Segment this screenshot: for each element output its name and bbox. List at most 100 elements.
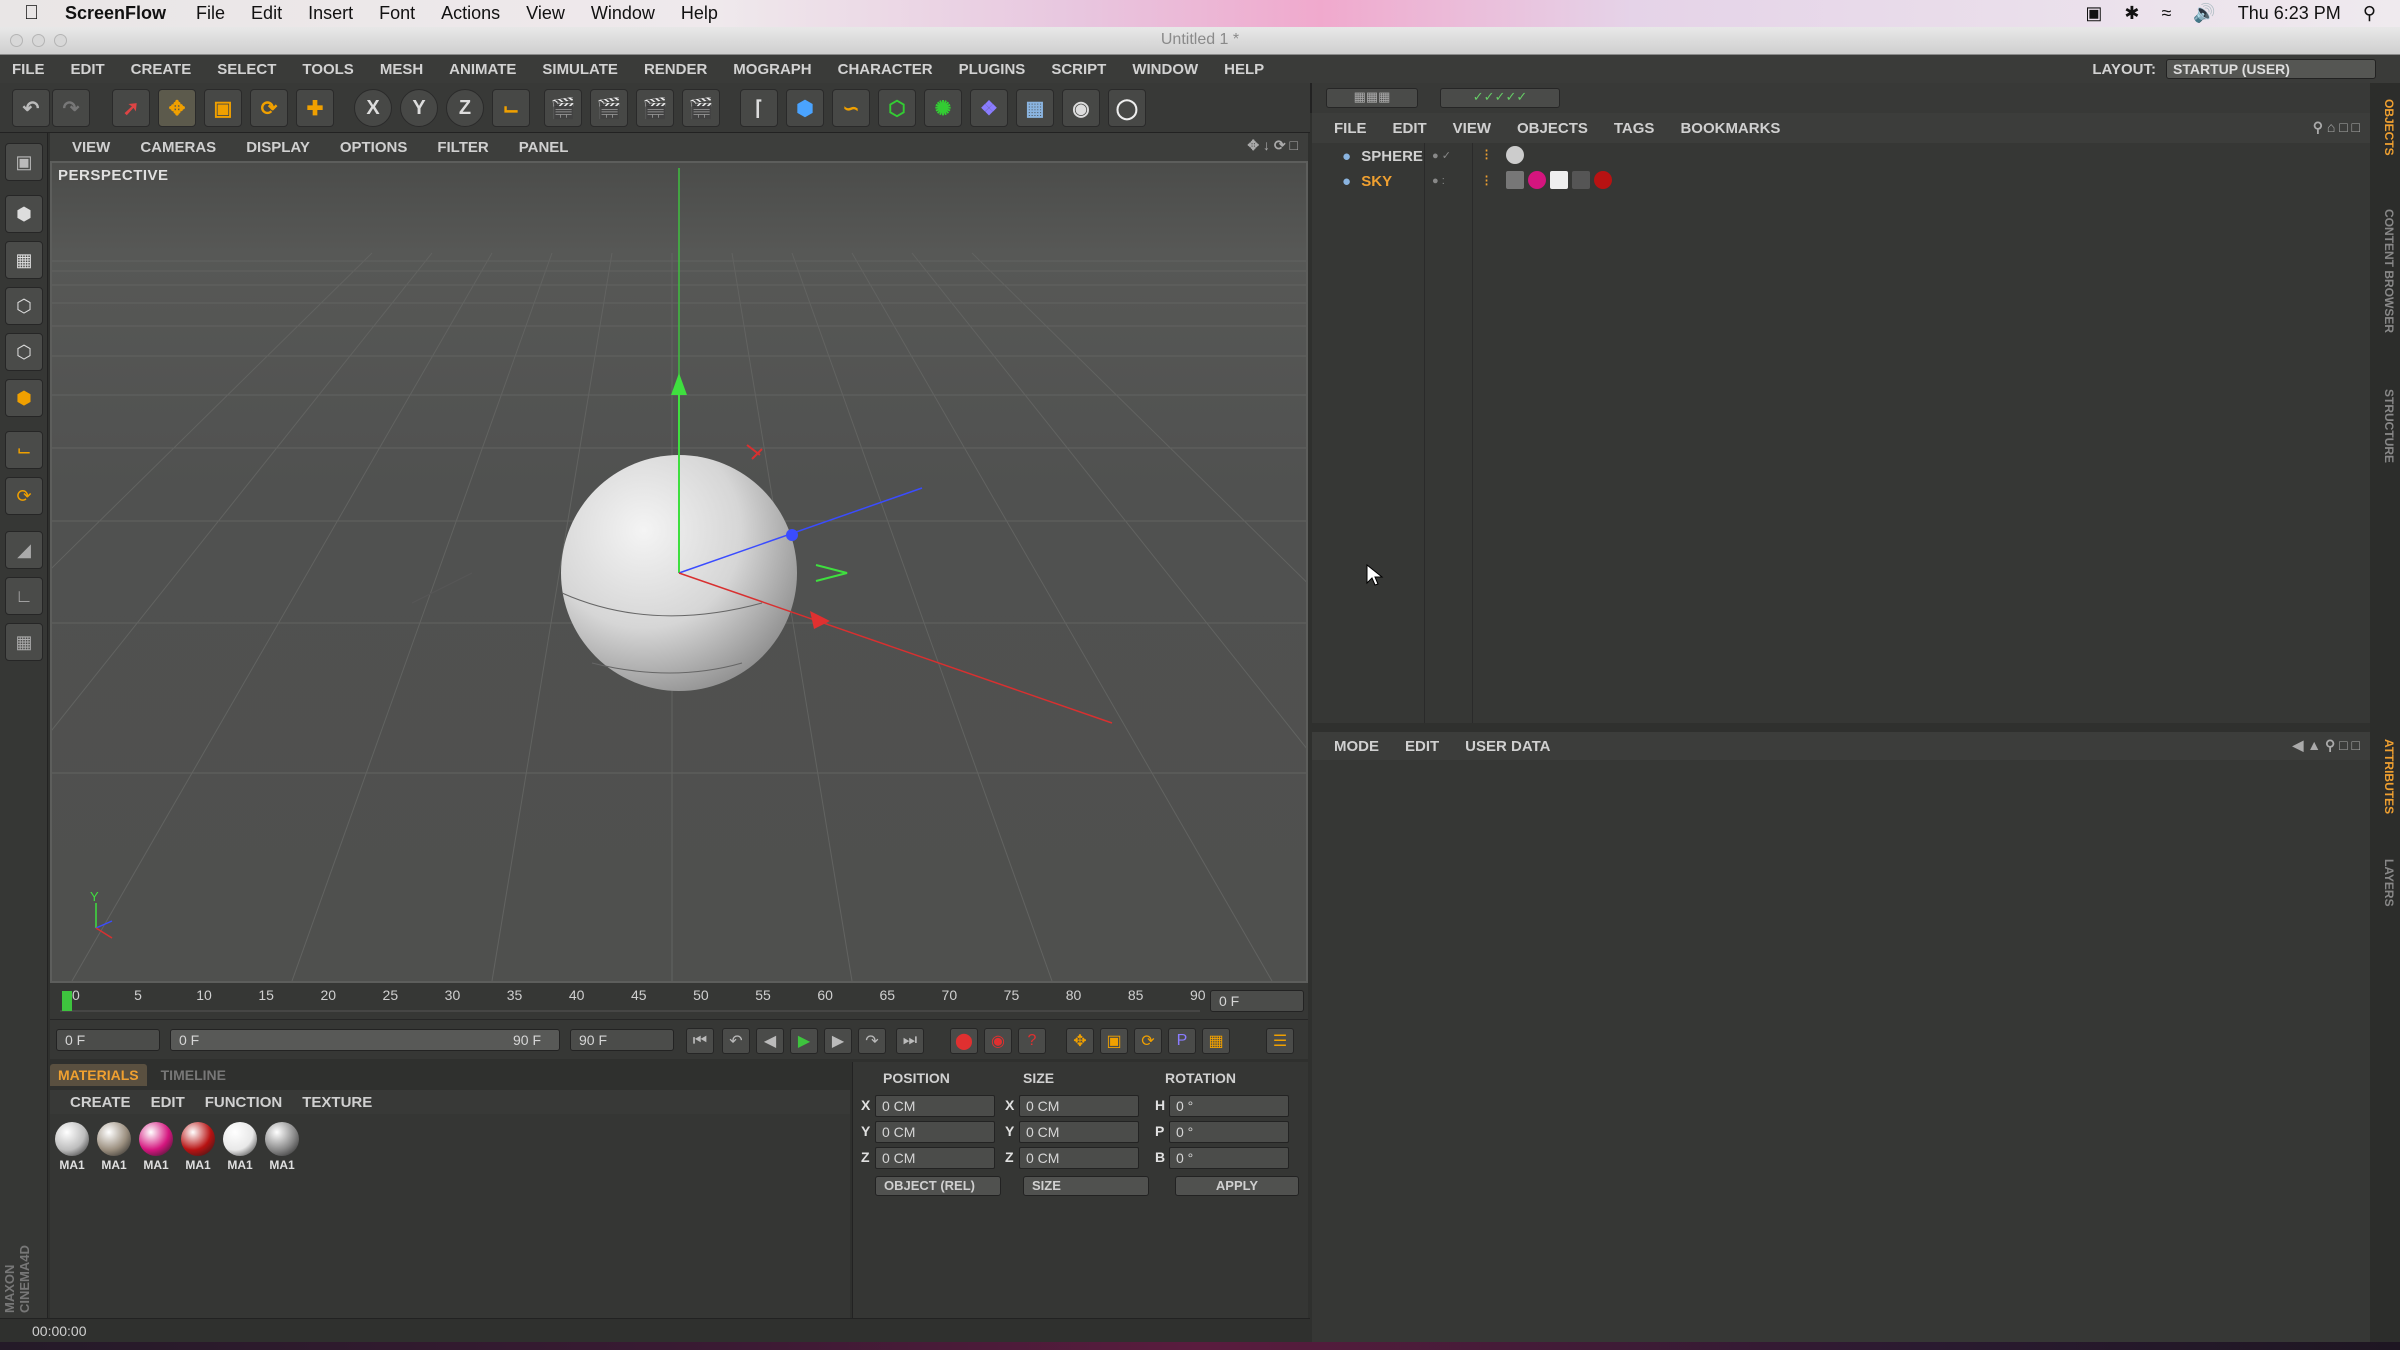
deformer-icon[interactable]: ❖ bbox=[970, 89, 1008, 127]
rotate-tool-icon[interactable]: ⟳ bbox=[250, 89, 288, 127]
menu-tools[interactable]: TOOLS bbox=[302, 61, 353, 78]
sphere-visibility-dots[interactable]: ● ✓ bbox=[1432, 149, 1451, 162]
timeline-window-icon[interactable]: ☰ bbox=[1266, 1028, 1294, 1054]
quick-tags-icons[interactable]: ✓✓✓✓✓ bbox=[1440, 88, 1560, 108]
mac-menu-file[interactable]: File bbox=[196, 3, 225, 24]
sky-visibility-dots[interactable]: ● : bbox=[1432, 175, 1445, 187]
key-rotation-icon[interactable]: ⟳ bbox=[1134, 1028, 1162, 1054]
end-frame-field[interactable]: 90 F bbox=[570, 1029, 674, 1051]
point-mode-icon[interactable]: ⬡ bbox=[5, 287, 43, 325]
playhead[interactable] bbox=[62, 991, 72, 1011]
camera-object-icon[interactable]: ◉ bbox=[1062, 89, 1100, 127]
polygon-mode-icon[interactable]: ⬢ bbox=[5, 379, 43, 417]
size-mode-dropdown[interactable]: SIZE bbox=[1023, 1176, 1149, 1196]
viewport-menu-panel[interactable]: PANEL bbox=[519, 139, 569, 156]
mac-menu-insert[interactable]: Insert bbox=[308, 3, 353, 24]
menu-animate[interactable]: ANIMATE bbox=[449, 61, 516, 78]
material-swatch[interactable]: MA1 bbox=[54, 1122, 90, 1176]
go-to-next-key-icon[interactable]: ↷ bbox=[858, 1028, 886, 1054]
viewport-menu-display[interactable]: DISPLAY bbox=[246, 139, 310, 156]
preview-range-slider[interactable]: 0 F 90 F bbox=[170, 1029, 560, 1051]
rot-b-field[interactable]: 0 ° bbox=[1169, 1147, 1289, 1169]
sky-material-tag-1[interactable] bbox=[1506, 171, 1524, 189]
attributes-menu-edit[interactable]: EDIT bbox=[1405, 738, 1439, 755]
render-queue-icon[interactable]: 🎬 bbox=[682, 89, 720, 127]
side-tab-content-browser[interactable]: CONTENT BROWSER bbox=[2374, 203, 2396, 339]
mac-menu-window[interactable]: Window bbox=[591, 3, 655, 24]
clock[interactable]: Thu 6:23 PM bbox=[2238, 3, 2341, 24]
objects-search-icon[interactable]: ⚲ ⌂ □ □ bbox=[2313, 119, 2360, 136]
x-axis-lock-button[interactable]: X bbox=[354, 89, 392, 127]
undo-icon[interactable]: ↶ bbox=[12, 89, 50, 127]
tab-materials[interactable]: MATERIALS bbox=[50, 1064, 147, 1086]
current-frame-field[interactable]: 0 F bbox=[1210, 990, 1304, 1012]
sky-material-tag-4[interactable] bbox=[1572, 171, 1590, 189]
z-axis-handle[interactable] bbox=[786, 529, 798, 541]
keyframe-selection-icon[interactable]: ? bbox=[1018, 1028, 1046, 1054]
volume-icon[interactable]: 🔊 bbox=[2193, 3, 2215, 24]
null-object-icon[interactable]: ⌈ bbox=[740, 89, 778, 127]
key-parameter-icon[interactable]: P bbox=[1168, 1028, 1196, 1054]
layout-switch-icons[interactable]: ▦▦▦ bbox=[1326, 88, 1418, 108]
size-x-field[interactable]: 0 CM bbox=[1019, 1095, 1139, 1117]
axis-mode-icon[interactable]: ⌙ bbox=[5, 431, 43, 469]
timeline-ruler[interactable]: 0 5 10 15 20 25 30 35 40 45 50 55 60 65 70 75 80 85 90 0 F bbox=[50, 983, 1308, 1019]
start-frame-field[interactable]: 0 F bbox=[56, 1029, 160, 1051]
bluetooth-icon[interactable]: ✱ bbox=[2124, 3, 2139, 24]
z-axis-lock-button[interactable]: Z bbox=[446, 89, 484, 127]
size-z-field[interactable]: 0 CM bbox=[1019, 1147, 1139, 1169]
array-generator-icon[interactable]: ✺ bbox=[924, 89, 962, 127]
snap-icon[interactable]: ∟ bbox=[5, 577, 43, 615]
mac-menu-actions[interactable]: Actions bbox=[441, 3, 500, 24]
attributes-menu-mode[interactable]: MODE bbox=[1334, 738, 1379, 755]
menu-create[interactable]: CREATE bbox=[131, 61, 192, 78]
side-tab-structure[interactable]: STRUCTURE bbox=[2374, 383, 2396, 469]
object-mode-dropdown[interactable]: OBJECT (REL) bbox=[875, 1176, 1001, 1196]
apply-button[interactable]: APPLY bbox=[1175, 1176, 1299, 1196]
last-tool-icon[interactable]: ✚ bbox=[296, 89, 334, 127]
sky-material-tag-5[interactable] bbox=[1594, 171, 1612, 189]
record-keys-icon[interactable]: ⬤ bbox=[950, 1028, 978, 1054]
mac-menu-view[interactable]: View bbox=[526, 3, 565, 24]
material-swatch[interactable]: MA1 bbox=[222, 1122, 258, 1176]
material-menu-create[interactable]: CREATE bbox=[70, 1094, 131, 1111]
apple-icon[interactable]:  bbox=[24, 2, 39, 25]
pos-y-field[interactable]: 0 CM bbox=[875, 1121, 995, 1143]
live-selection-icon[interactable]: ➚ bbox=[112, 89, 150, 127]
objects-menu-bookmarks[interactable]: BOOKMARKS bbox=[1680, 120, 1780, 137]
side-tab-layers[interactable]: LAYERS bbox=[2374, 853, 2396, 913]
menu-file[interactable]: FILE bbox=[12, 61, 45, 78]
menu-render[interactable]: RENDER bbox=[644, 61, 707, 78]
material-menu-function[interactable]: FUNCTION bbox=[205, 1094, 283, 1111]
scale-tool-icon[interactable]: ▣ bbox=[204, 89, 242, 127]
mac-menu-help[interactable]: Help bbox=[681, 3, 718, 24]
pos-z-field[interactable]: 0 CM bbox=[875, 1147, 995, 1169]
floor-object-icon[interactable]: ▦ bbox=[1016, 89, 1054, 127]
objects-menu-edit[interactable]: EDIT bbox=[1393, 120, 1427, 137]
material-swatch[interactable]: MA1 bbox=[138, 1122, 174, 1176]
coordinate-system-icon[interactable]: ⌙ bbox=[492, 89, 530, 127]
menu-character[interactable]: CHARACTER bbox=[838, 61, 933, 78]
objects-menu-objects[interactable]: OBJECTS bbox=[1517, 120, 1588, 137]
object-row-sphere[interactable]: ● SPHERE bbox=[1342, 148, 1423, 165]
sphere-material-tag[interactable] bbox=[1506, 146, 1524, 164]
x-rotation-marker[interactable] bbox=[746, 444, 763, 460]
viewport-menu-filter[interactable]: FILTER bbox=[437, 139, 488, 156]
material-swatch[interactable]: MA1 bbox=[264, 1122, 300, 1176]
grid-snap-icon[interactable]: ▦ bbox=[5, 623, 43, 661]
side-tab-objects[interactable]: OBJECTS bbox=[2374, 93, 2396, 162]
attributes-menu-user-data[interactable]: USER DATA bbox=[1465, 738, 1550, 755]
layout-dropdown[interactable]: STARTUP (USER) bbox=[2166, 59, 2376, 79]
menu-simulate[interactable]: SIMULATE bbox=[542, 61, 618, 78]
viewport-menu-options[interactable]: OPTIONS bbox=[340, 139, 408, 156]
menu-plugins[interactable]: PLUGINS bbox=[959, 61, 1026, 78]
mac-menu-edit[interactable]: Edit bbox=[251, 3, 282, 24]
object-row-sky[interactable]: ● SKY bbox=[1342, 173, 1392, 190]
play-icon[interactable]: ▶ bbox=[790, 1028, 818, 1054]
material-menu-edit[interactable]: EDIT bbox=[151, 1094, 185, 1111]
spotlight-search-icon[interactable]: ⚲ bbox=[2363, 3, 2376, 24]
y-axis-arrow[interactable] bbox=[671, 373, 687, 395]
menu-mograph[interactable]: MOGRAPH bbox=[733, 61, 811, 78]
rot-p-field[interactable]: 0 ° bbox=[1169, 1121, 1289, 1143]
texture-mode-icon[interactable]: ▦ bbox=[5, 241, 43, 279]
